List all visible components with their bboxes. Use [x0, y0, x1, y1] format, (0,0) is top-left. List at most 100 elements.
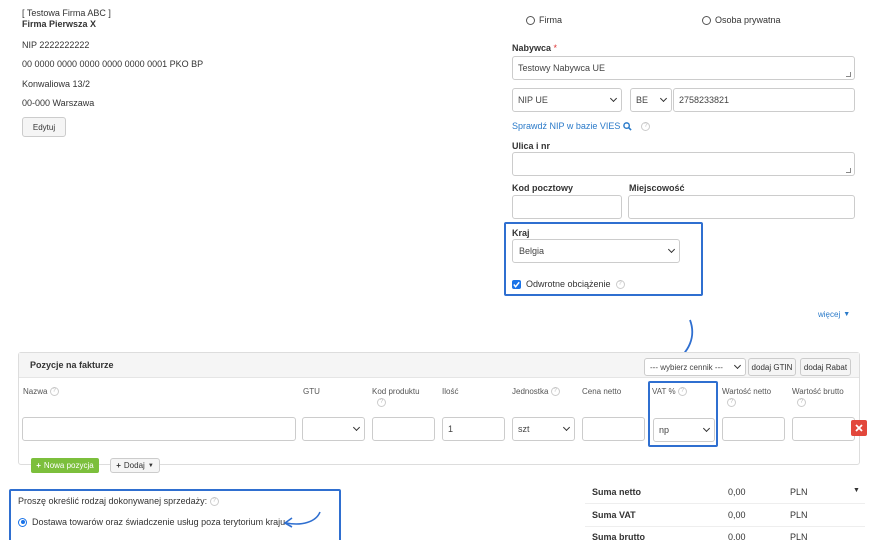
col-product-code: Kod produktu? — [372, 387, 420, 407]
gtu-select[interactable] — [302, 417, 365, 441]
resize-handle[interactable] — [846, 168, 851, 173]
chevron-down-icon — [702, 424, 711, 433]
remove-row-button[interactable] — [851, 420, 867, 436]
postcode-input[interactable] — [512, 195, 622, 219]
help-icon[interactable]: ? — [797, 398, 806, 407]
seller-nip: NIP 2222222222 — [22, 40, 90, 50]
help-icon[interactable]: ? — [377, 398, 386, 407]
city-label: Miejscowość — [629, 183, 685, 193]
net-value-input[interactable] — [722, 417, 785, 441]
sale-type-option-1-label: Dostawa towarów oraz świadczenie usług p… — [32, 517, 286, 527]
buyer-name-input[interactable]: Testowy Nabywca UE — [512, 56, 855, 80]
col-unit-label: Jednostka — [512, 387, 549, 396]
add-dropdown-button[interactable]: + Dodaj ▼ — [110, 458, 160, 473]
totals-row-net: Suma netto 0,00 PLN ▼ — [585, 481, 865, 504]
quantity-value: 1 — [448, 424, 454, 434]
total-gross-value: 0,00 — [728, 532, 746, 540]
buyer-name-value: Testowy Nabywca UE — [518, 63, 606, 73]
search-icon — [623, 121, 633, 131]
gross-value-input[interactable] — [792, 417, 855, 441]
col-quantity: Ilość — [442, 387, 459, 396]
radio-private[interactable] — [702, 15, 711, 25]
more-link-text: więcej — [818, 310, 841, 319]
resize-handle[interactable] — [846, 72, 851, 77]
sale-type-prompt: Proszę określić rodzaj dokonywanej sprze… — [18, 496, 219, 507]
edit-seller-button[interactable]: Edytuj — [22, 117, 66, 137]
new-position-button[interactable]: + Nowa pozycja — [31, 458, 99, 473]
caret-down-icon[interactable]: ▼ — [853, 487, 860, 494]
col-name-label: Nazwa — [23, 387, 48, 396]
sale-type-radio[interactable] — [18, 517, 27, 527]
item-name-input[interactable] — [22, 417, 296, 441]
radio-company[interactable] — [526, 15, 535, 25]
city-input[interactable] — [628, 195, 855, 219]
sale-type-option-1[interactable]: Dostawa towarów oraz świadczenie usług p… — [18, 517, 285, 527]
help-icon[interactable]: ? — [615, 279, 625, 289]
seller-bank-account: 00 0000 0000 0000 0000 0000 0001 PKO BP — [22, 59, 204, 69]
plus-icon: + — [36, 461, 41, 470]
col-net-value-label: Wartość netto — [722, 387, 772, 396]
net-price-input[interactable] — [582, 417, 645, 441]
quantity-input[interactable]: 1 — [442, 417, 505, 441]
vat-value: np — [659, 425, 670, 435]
pricelist-select[interactable]: --- wybierz cennik --- — [644, 358, 746, 376]
totals-row-gross: Suma brutto 0,00 PLN — [585, 527, 865, 540]
help-icon[interactable]: ? — [641, 121, 651, 131]
col-name: Nazwa ? — [23, 387, 59, 397]
close-icon — [855, 424, 863, 432]
check-icon — [513, 281, 520, 288]
reverse-charge-row: Odwrotne obciążenie ? — [512, 279, 625, 289]
product-code-input[interactable] — [372, 417, 435, 441]
caret-down-icon: ▼ — [147, 462, 154, 469]
nip-input[interactable]: 2758233821 — [673, 88, 855, 112]
add-discount-button[interactable]: dodaj Rabat — [800, 358, 851, 376]
col-unit: Jednostka ? — [512, 387, 560, 397]
total-vat-currency: PLN — [790, 510, 808, 520]
street-label: Ulica i nr — [512, 141, 551, 151]
total-net-value: 0,00 — [728, 487, 746, 497]
help-icon[interactable]: ? — [49, 387, 59, 397]
col-gross-value: Wartość brutto? — [792, 387, 844, 407]
add-gtin-button[interactable]: dodaj GTIN — [748, 358, 796, 376]
caret-down-icon: ▼ — [843, 311, 851, 318]
chevron-down-icon — [609, 94, 618, 103]
total-gross-label: Suma brutto — [592, 532, 645, 540]
col-net-value: Wartość netto? — [722, 387, 771, 407]
buyer-label: Nabywca * — [512, 43, 557, 53]
buyer-type-company[interactable]: Firma — [526, 15, 562, 25]
help-icon[interactable]: ? — [209, 497, 219, 507]
seller-name: Firma Pierwsza X — [22, 19, 97, 29]
street-input[interactable] — [512, 152, 855, 176]
help-icon[interactable]: ? — [727, 398, 736, 407]
col-product-code-label: Kod produktu — [372, 387, 420, 396]
buyer-type-private[interactable]: Osoba prywatna — [702, 15, 781, 25]
unit-value: szt — [518, 424, 530, 434]
chevron-down-icon — [659, 94, 668, 103]
reverse-charge-checkbox[interactable] — [512, 279, 521, 289]
help-icon[interactable]: ? — [550, 387, 560, 397]
radio-private-label: Osoba prywatna — [715, 15, 781, 25]
nip-type-value: NIP UE — [518, 95, 548, 105]
country-select[interactable]: Belgia — [512, 239, 680, 263]
buyer-label-text: Nabywca — [512, 43, 552, 53]
reverse-charge-label: Odwrotne obciążenie — [526, 279, 611, 289]
country-code-value: BE — [636, 95, 649, 105]
seller-company-tag: [ Testowa Firma ABC ] — [22, 8, 111, 18]
col-net-price: Cena netto — [582, 387, 622, 396]
seller-city: 00-000 Warszawa — [22, 98, 95, 108]
unit-select[interactable]: szt — [512, 417, 575, 441]
total-vat-value: 0,00 — [728, 510, 746, 520]
country-code-select[interactable]: BE — [630, 88, 672, 112]
total-vat-label: Suma VAT — [592, 510, 636, 520]
positions-title: Pozycje na fakturze — [30, 360, 114, 370]
nip-type-select[interactable]: NIP UE — [512, 88, 622, 112]
radio-company-label: Firma — [539, 15, 562, 25]
required-mark: * — [553, 43, 558, 53]
more-link[interactable]: więcej ▼ — [818, 310, 850, 319]
pricelist-value: --- wybierz cennik --- — [650, 362, 723, 372]
vies-check-link[interactable]: Sprawdź NIP w bazie VIES ? — [512, 121, 651, 131]
nip-value: 2758233821 — [679, 95, 730, 105]
totals-row-vat: Suma VAT 0,00 PLN — [585, 504, 865, 527]
vat-select[interactable]: np — [653, 418, 715, 442]
chevron-down-icon — [667, 245, 676, 254]
